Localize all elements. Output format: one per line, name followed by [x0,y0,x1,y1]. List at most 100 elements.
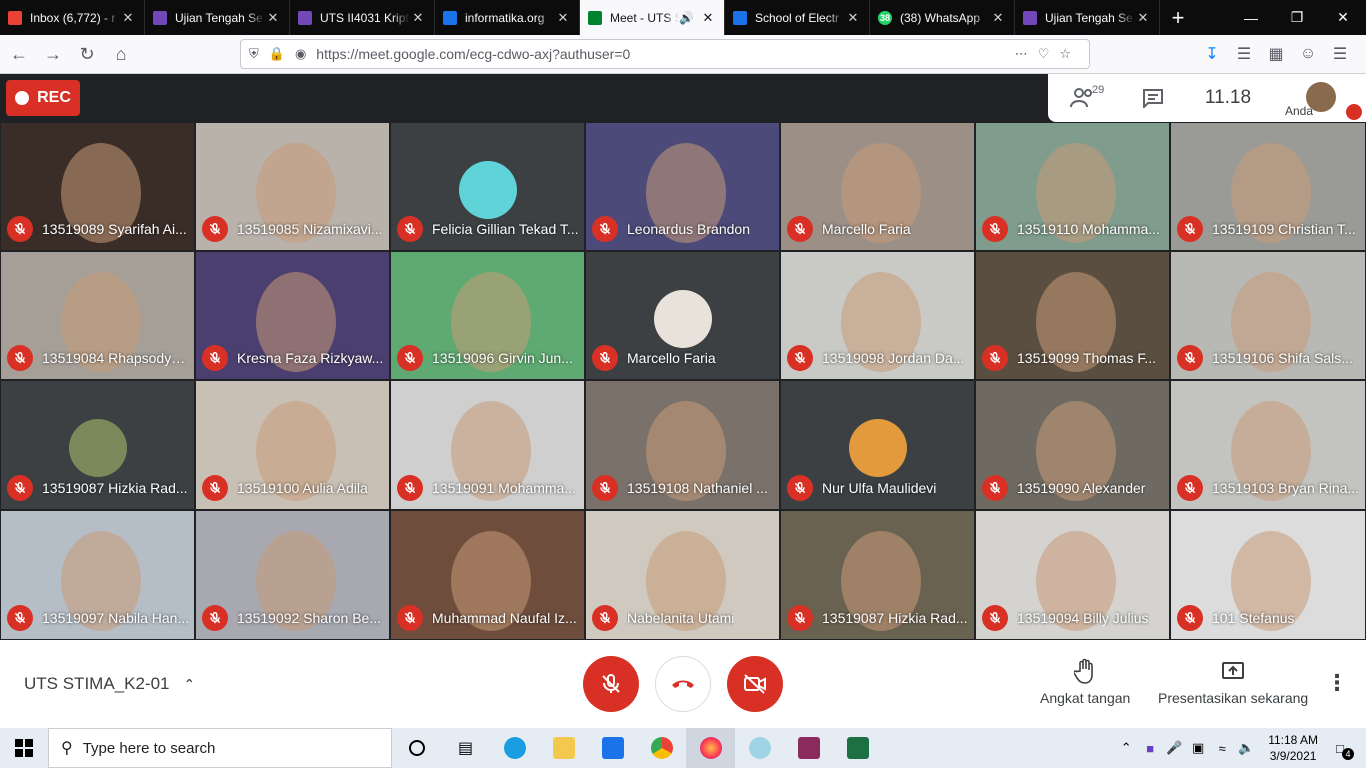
more-options-icon[interactable]: ⋮ [1326,670,1348,696]
pocket-icon[interactable]: ♡ [1038,46,1050,62]
notification-icon[interactable]: □ 4 [1328,741,1354,760]
browser-tab-3[interactable]: informatika.org ✕ [435,0,580,35]
winrar-app[interactable] [784,728,833,768]
cortana-button[interactable] [392,728,441,768]
close-tab-icon[interactable]: ✕ [265,10,281,26]
participant-tile[interactable]: 101 Stefanus [1170,510,1366,640]
close-window-icon[interactable]: ✕ [1320,0,1366,35]
browser-tab-5[interactable]: School of Electr ✕ [725,0,870,35]
browser-tab-0[interactable]: Inbox (6,772) - r ✕ [0,0,145,35]
participant-tile[interactable]: 13519103 Bryan Rina... [1170,380,1366,510]
library-icon[interactable]: ☰ [1228,44,1260,64]
taskbar-clock[interactable]: 11:18 AM 3/9/2021 [1268,732,1318,764]
close-tab-icon[interactable]: ✕ [120,10,136,26]
file-explorer-app[interactable] [539,728,588,768]
excel-app[interactable] [833,728,882,768]
browser-tab-bar: Inbox (6,772) - r ✕ Ujian Tengah Se ✕ UTS II… [0,0,1366,35]
participant-tile[interactable]: 13519096 Girvin Jun... [390,251,585,380]
download-icon[interactable]: ↧ [1196,44,1228,64]
participant-tile[interactable]: 13519094 Billy Julius [975,510,1170,640]
participant-tile[interactable]: 13519089 Syarifah Ai... [0,122,195,251]
browser-tab-1[interactable]: Ujian Tengah Se ✕ [145,0,290,35]
participant-tile[interactable]: Kresna Faza Rizkyaw... [195,251,390,380]
camera-permission-icon[interactable]: ◉ [295,46,306,62]
participant-tile[interactable]: 13519090 Alexander [975,380,1170,510]
participant-tile[interactable]: 13519092 Sharon Be... [195,510,390,640]
camera-off-icon [744,674,766,694]
mail-app[interactable] [588,728,637,768]
microphone-icon[interactable]: 🎤 [1162,740,1186,756]
leave-call-button[interactable] [655,656,711,712]
participant-label: Kresna Faza Rizkyaw... [202,345,385,371]
browser-tab-2[interactable]: UTS II4031 Kripto ✕ [290,0,435,35]
participant-tile[interactable]: Nabelanita Utami [585,510,780,640]
participant-tile[interactable]: 13519110 Mohamma... [975,122,1170,251]
participant-tile[interactable]: 13519087 Hizkia Rad... [780,510,975,640]
participant-tile[interactable]: 13519097 Nabila Han... [0,510,195,640]
bookmark-star-icon[interactable]: ☆ [1059,46,1071,62]
new-tab-icon[interactable]: + [1160,0,1196,35]
url-text[interactable]: https://meet.google.com/ecg-cdwo-axj?aut… [316,46,1014,62]
chrome-icon [650,737,673,759]
browser-tab-7[interactable]: Ujian Tengah Se ✕ [1015,0,1160,35]
edge-app[interactable] [490,728,539,768]
close-tab-icon[interactable]: ✕ [700,10,716,26]
tab-audio-icon[interactable]: 🔊 [679,11,694,25]
chrome-app[interactable] [637,728,686,768]
participant-tile[interactable]: 13519085 Nizamixavi... [195,122,390,251]
start-button[interactable] [0,728,48,768]
account-icon[interactable]: ☺ [1292,45,1324,63]
reload-icon[interactable]: ↻ [72,39,102,69]
shield-icon[interactable]: ⛨ [249,46,259,62]
close-tab-icon[interactable]: ✕ [845,10,861,26]
volume-icon[interactable]: 🔈 [1234,740,1258,756]
minimize-icon[interactable]: — [1228,0,1274,35]
present-now-button[interactable]: Presentasikan sekarang [1158,658,1308,706]
participant-tile[interactable]: 13519109 Christian T... [1170,122,1366,251]
mic-toggle-button[interactable] [583,656,639,712]
participant-tile[interactable]: 13519106 Shifa Sals... [1170,251,1366,380]
participant-tile[interactable]: 13519087 Hizkia Rad... [0,380,195,510]
participant-label: 13519100 Aulia Adila [202,475,385,501]
participant-tile[interactable]: Marcello Faria [780,122,975,251]
browser-tab-4[interactable]: Meet - UTS S 🔊 ✕ [580,0,725,35]
taskbar-search[interactable]: ⚲ Type here to search [48,728,392,768]
task-view-button[interactable]: ▤ [441,728,490,768]
close-tab-icon[interactable]: ✕ [410,10,426,26]
participant-tile[interactable]: 13519098 Jordan Da... [780,251,975,380]
participant-tile[interactable]: 13519084 Rhapsodya... [0,251,195,380]
participant-label: 13519110 Mohamma... [982,216,1165,242]
app-tray-icon[interactable]: ■ [1138,741,1162,756]
camera-toggle-button[interactable] [727,656,783,712]
url-bar[interactable]: ⛨ 🔒 ◉ https://meet.google.com/ecg-cdwo-a… [240,39,1090,69]
participant-tile[interactable]: Nur Ulfa Maulidevi [780,380,975,510]
paint-app[interactable] [735,728,784,768]
participant-tile[interactable]: Leonardus Brandon [585,122,780,251]
battery-icon[interactable]: ▣ [1186,740,1210,756]
home-icon[interactable]: ⌂ [106,39,136,69]
back-icon[interactable]: ← [4,39,34,69]
participant-tile[interactable]: Muhammad Naufal Iz... [390,510,585,640]
browser-tab-6[interactable]: 38 (38) WhatsApp ✕ [870,0,1015,35]
menu-icon[interactable]: ☰ [1324,44,1356,64]
participant-tile[interactable]: 13519108 Nathaniel ... [585,380,780,510]
meeting-details-button[interactable]: UTS STIMA_K2-01 ⌃ [24,674,195,694]
sidebar-icon[interactable]: ▦ [1260,44,1292,64]
participant-tile[interactable]: Marcello Faria [585,251,780,380]
participant-tile[interactable]: 13519099 Thomas F... [975,251,1170,380]
close-tab-icon[interactable]: ✕ [555,10,571,26]
close-tab-icon[interactable]: ✕ [990,10,1006,26]
self-view[interactable]: Anda [1048,74,1366,122]
lock-icon[interactable]: 🔒 [269,46,285,62]
firefox-app[interactable] [686,728,735,768]
participant-tile[interactable]: 13519091 Mohamma... [390,380,585,510]
participant-tile[interactable]: Felicia Gillian Tekad T... [390,122,585,251]
close-tab-icon[interactable]: ✕ [1135,10,1151,26]
raise-hand-button[interactable]: Angkat tangan [1040,658,1130,706]
restore-icon[interactable]: ❐ [1274,0,1320,35]
chevron-up-tray-icon[interactable]: ⌃ [1114,740,1138,756]
page-actions-icon[interactable]: ⋯ [1015,46,1028,62]
participant-tile[interactable]: 13519100 Aulia Adila [195,380,390,510]
wifi-icon[interactable]: ≈ [1210,741,1234,756]
forward-icon[interactable]: → [38,39,68,69]
